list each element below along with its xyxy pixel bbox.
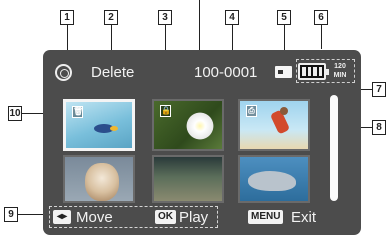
menu-button-tag: MENU <box>248 210 284 224</box>
joystick-icon: ◂▸ <box>53 210 71 224</box>
callout-8: 8 <box>372 120 386 135</box>
callout-6: 6 <box>314 10 328 25</box>
callout-5: 5 <box>277 10 291 25</box>
status-bar: Delete 100-0001 120 MIN <box>43 59 361 84</box>
guide-bar: ◂▸ Move OK Play MENU Exit <box>43 205 361 231</box>
photo-mode-icon <box>55 64 72 81</box>
thumbnail-2[interactable]: 🔒 <box>152 99 224 151</box>
callout-2: 2 <box>104 10 118 25</box>
memory-card-icon <box>275 66 292 78</box>
callout-10: 10 <box>8 106 22 121</box>
callout-3: 3 <box>158 10 172 25</box>
file-number: 100-0001 <box>194 64 258 81</box>
thumbnail-6[interactable] <box>238 155 310 203</box>
mode-title: Delete <box>91 64 135 81</box>
scrollbar[interactable] <box>330 95 338 201</box>
lock-icon: 🔒 <box>160 105 171 117</box>
thumbnail-3[interactable]: ⎙ <box>238 99 310 151</box>
top-center-line <box>199 0 200 56</box>
play-label: Play <box>179 209 209 226</box>
thumbnail-1[interactable]: 🗑 <box>63 99 135 151</box>
ok-button-tag: OK <box>155 210 176 224</box>
callout-7: 7 <box>372 82 386 97</box>
move-label: Move <box>76 209 113 226</box>
battery-icon <box>298 63 329 80</box>
callout-6-line <box>321 25 322 49</box>
callout-9: 9 <box>4 207 18 222</box>
thumbnail-5[interactable] <box>152 155 224 203</box>
thumbnail-4[interactable] <box>63 155 135 203</box>
exit-label: Exit <box>291 209 317 226</box>
lcd-screen: Delete 100-0001 120 MIN 🗑 🔒 ⎙ ◂▸ Move OK… <box>43 50 361 235</box>
print-icon: ⎙ <box>246 105 257 117</box>
remaining-time: 120 MIN <box>333 63 347 79</box>
callout-4: 4 <box>225 10 239 25</box>
trash-icon: 🗑 <box>72 106 84 118</box>
callout-1: 1 <box>60 10 74 25</box>
